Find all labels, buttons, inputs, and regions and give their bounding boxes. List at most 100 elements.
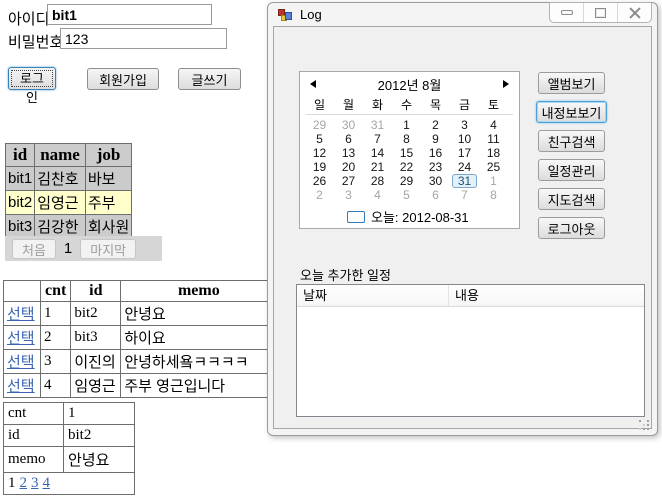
table-row: cnt 1 — [3, 402, 135, 425]
write-button[interactable]: 글쓰기 — [178, 68, 241, 90]
detail-value-cell: bit2 — [63, 424, 135, 447]
calendar-date-cell[interactable]: 3 — [334, 188, 363, 202]
logout-button[interactable]: 로그아웃 — [538, 217, 605, 239]
calendar-date-cell[interactable]: 19 — [305, 160, 334, 174]
page-link[interactable]: 4 — [43, 475, 51, 491]
calendar-date-cell[interactable]: 7 — [363, 132, 392, 146]
password-input[interactable] — [60, 28, 227, 49]
memo-cnt-cell: 1 — [39, 301, 72, 326]
calendar-date-cell[interactable]: 9 — [421, 132, 450, 146]
id-input[interactable] — [47, 4, 212, 25]
calendar-date-cell[interactable]: 2 — [305, 188, 334, 202]
schedule-listview[interactable]: 날짜 내용 — [296, 284, 645, 417]
calendar-date-cell[interactable]: 30 — [334, 118, 363, 132]
calendar-date-cell[interactable]: 16 — [421, 146, 450, 160]
calendar-date-cell[interactable]: 27 — [334, 174, 363, 188]
resize-grip[interactable] — [639, 420, 650, 431]
calendar-date-cell[interactable]: 29 — [305, 118, 334, 132]
calendar-date-cell[interactable]: 8 — [392, 132, 421, 146]
calendar-date-cell[interactable]: 17 — [450, 146, 479, 160]
calendar-date-cell[interactable]: 20 — [334, 160, 363, 174]
table-row: bit3 김강한 회사원 — [4, 214, 133, 239]
memo-id-cell: 임영근 — [70, 373, 122, 398]
select-link[interactable]: 선택 — [7, 330, 35, 347]
calendar-date-cell[interactable]: 31 — [450, 174, 479, 188]
calendar-date-cell[interactable]: 1 — [479, 174, 508, 188]
calendar-date-cell[interactable]: 8 — [479, 188, 508, 202]
page-link[interactable]: 3 — [31, 475, 39, 491]
calendar-date-cell[interactable]: 4 — [479, 118, 508, 132]
detail-label-cell: cnt — [3, 402, 64, 425]
members-cell-id: bit1 — [4, 166, 36, 191]
calendar-date-cell[interactable]: 6 — [334, 132, 363, 146]
calendar-date-cell[interactable]: 26 — [305, 174, 334, 188]
log-window: Log 2012년 8월 일월화수목금토 29 30 31 1 2 3 4 5 6 7 8 9 10 11… — [267, 2, 658, 436]
current-page-number: 1 — [63, 240, 73, 257]
calendar-next-icon[interactable] — [503, 80, 509, 88]
schedule-manage-button[interactable]: 일정관리 — [538, 159, 605, 181]
calendar-date-cell[interactable]: 1 — [392, 118, 421, 132]
window-client-area: 2012년 8월 일월화수목금토 29 30 31 1 2 3 4 5 6 7 8 9 10 11 12 13… — [273, 26, 652, 429]
maximize-button[interactable] — [583, 3, 617, 22]
memo-select-cell: 선택 — [3, 373, 41, 398]
calendar-date-cell[interactable]: 18 — [479, 146, 508, 160]
listview-column-header[interactable]: 내용 — [449, 285, 644, 306]
calendar-date-cell[interactable]: 5 — [305, 132, 334, 146]
minimize-button[interactable] — [550, 3, 583, 22]
signup-button[interactable]: 회원가입 — [87, 68, 159, 90]
calendar-date-cell[interactable]: 31 — [363, 118, 392, 132]
members-cell-name: 임영근 — [34, 190, 86, 215]
map-search-button[interactable]: 지도검색 — [538, 188, 605, 210]
calendar-date-cell[interactable]: 5 — [392, 188, 421, 202]
calendar-date-cell[interactable]: 24 — [450, 160, 479, 174]
page-link[interactable]: 2 — [20, 475, 28, 491]
day-of-week-label: 월 — [342, 98, 355, 112]
first-page-button[interactable]: 처음 — [12, 238, 56, 259]
today-indicator-box — [347, 210, 365, 223]
calendar-date-cell[interactable]: 6 — [421, 188, 450, 202]
memo-table: cnt id memo 선택 1 bit2 안녕요 선택 2 bit3 하이요 선택 3 이진의 안… — [3, 280, 278, 398]
calendar-date-cell[interactable]: 25 — [479, 160, 508, 174]
calendar-date-cell[interactable]: 29 — [392, 174, 421, 188]
select-link[interactable]: 선택 — [7, 378, 35, 395]
calendar-date-cell[interactable]: 7 — [450, 188, 479, 202]
my-info-button[interactable]: 내정보보기 — [536, 101, 607, 123]
calendar-date-cell[interactable]: 23 — [421, 160, 450, 174]
calendar-date-cell[interactable]: 12 — [305, 146, 334, 160]
last-page-button[interactable]: 마지막 — [80, 238, 137, 259]
calendar-date-cell[interactable]: 14 — [363, 146, 392, 160]
calendar-prev-icon[interactable] — [310, 80, 316, 88]
table-row: 선택 4 임영근 주부 영근입니다 — [3, 373, 278, 398]
calendar-date-cell[interactable]: 11 — [479, 132, 508, 146]
memo-text-cell: 안녕하세욬ㅋㅋㅋㅋ — [120, 349, 278, 374]
members-cell-job: 바보 — [84, 166, 133, 191]
memo-column-header: cnt — [39, 280, 72, 302]
select-link[interactable]: 선택 — [7, 354, 35, 371]
calendar-date-cell[interactable]: 3 — [450, 118, 479, 132]
calendar-date-cell[interactable]: 30 — [421, 174, 450, 188]
calendar-date-cell[interactable]: 4 — [363, 188, 392, 202]
select-link[interactable]: 선택 — [7, 306, 35, 323]
close-button[interactable] — [617, 3, 651, 22]
calendar-date-cell[interactable]: 2 — [421, 118, 450, 132]
calendar-date-cell[interactable]: 15 — [392, 146, 421, 160]
calendar-date-cell[interactable]: 21 — [363, 160, 392, 174]
calendar-date-cell[interactable]: 10 — [450, 132, 479, 146]
calendar-date-cell[interactable]: 13 — [334, 146, 363, 160]
login-button[interactable]: 로그인 — [8, 67, 56, 105]
id-label: 아이디 — [8, 11, 50, 28]
memo-column-header: memo — [120, 280, 278, 302]
calendar-date-cell[interactable]: 22 — [392, 160, 421, 174]
memo-text-cell: 안녕요 — [120, 301, 278, 326]
members-cell-id: bit2 — [4, 190, 36, 215]
listview-column-header[interactable]: 날짜 — [297, 285, 449, 306]
memo-cnt-cell: 3 — [39, 349, 72, 374]
friend-search-button[interactable]: 친구검색 — [538, 130, 605, 152]
calendar-day-headers: 일월화수목금토 — [300, 97, 519, 114]
calendar-date-cell[interactable]: 28 — [363, 174, 392, 188]
members-pagination: 처음 1 마지막 — [5, 236, 162, 261]
day-of-week-label: 수 — [400, 98, 413, 112]
album-view-button[interactable]: 앨범보기 — [538, 72, 605, 94]
table-row: 선택 3 이진의 안녕하세욬ㅋㅋㅋㅋ — [3, 349, 278, 374]
selected-date: 31 — [452, 174, 477, 188]
